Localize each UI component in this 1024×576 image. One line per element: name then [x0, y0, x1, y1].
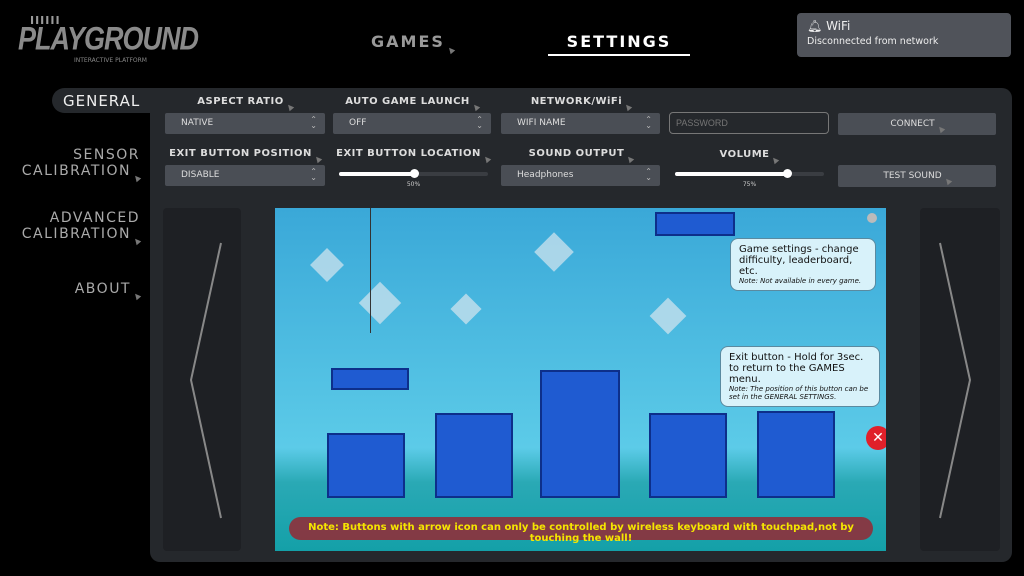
- controls-note: Note: Buttons with arrow icon can only b…: [289, 517, 873, 544]
- arrow-icon: [132, 236, 142, 246]
- nav-settings-label: SETTINGS: [566, 32, 672, 51]
- exit-button-location-label: EXIT BUTTON LOCATION: [333, 148, 493, 164]
- toast-message: Disconnected from network: [807, 36, 939, 47]
- wifi-toast: 🔔︎ WiFi Disconnected from network: [797, 13, 1011, 57]
- exit-button-position-label: EXIT BUTTON POSITION: [165, 148, 325, 164]
- updown-icon: ⌃ ⌄: [476, 115, 483, 130]
- sidebar-item-label: ABOUT: [74, 281, 131, 297]
- sidebar-item-about[interactable]: ABOUT: [20, 281, 142, 301]
- volume-value: 75%: [742, 181, 757, 188]
- exit-tooltip: Exit button - Hold for 3sec. to return t…: [720, 346, 880, 407]
- updown-icon: ⌃ ⌄: [645, 167, 652, 182]
- next-button[interactable]: [920, 208, 1000, 551]
- exit-location-value: 50%: [406, 181, 421, 188]
- arrow-icon: [132, 173, 142, 183]
- sidebar-item-label: ADVANCED CALIBRATION: [21, 210, 140, 242]
- chevron-left-icon: [189, 242, 222, 519]
- auto-game-launch-label: AUTO GAME LAUNCH: [333, 96, 491, 112]
- sound-output-label: SOUND OUTPUT: [501, 148, 661, 164]
- sound-output-select[interactable]: Headphones ⌃ ⌄: [501, 165, 660, 186]
- sidebar-item-general[interactable]: GENERAL: [52, 88, 162, 113]
- network-label: NETWORK/WiFi: [501, 96, 661, 112]
- connect-button[interactable]: CONNECT: [838, 113, 996, 135]
- updown-icon: ⌃ ⌄: [310, 115, 317, 130]
- updown-icon: ⌃ ⌄: [645, 115, 652, 130]
- auto-game-launch-select[interactable]: OFF ⌃ ⌄: [333, 113, 491, 134]
- aspect-ratio-select[interactable]: NATIVE ⌃ ⌄: [165, 113, 325, 134]
- chevron-right-icon: [939, 242, 972, 519]
- arrow-icon: [132, 291, 142, 301]
- updown-icon: ⌃ ⌄: [310, 167, 317, 182]
- nav-games[interactable]: GAMES: [371, 32, 456, 55]
- password-input[interactable]: [669, 112, 829, 134]
- volume-slider[interactable]: [675, 169, 824, 178]
- sidebar-item-label: SENSOR CALIBRATION: [21, 147, 140, 179]
- aspect-ratio-label: ASPECT RATIO: [165, 96, 325, 112]
- slider-handle[interactable]: [782, 169, 792, 178]
- slider-handle[interactable]: [409, 169, 419, 178]
- logo: PLAYGROUND: [18, 20, 199, 57]
- gear-icon: [867, 213, 877, 223]
- prev-button[interactable]: [163, 208, 241, 551]
- sidebar-item-label: GENERAL: [63, 92, 141, 110]
- sidebar-item-sensor-calibration[interactable]: SENSOR CALIBRATION: [20, 147, 142, 183]
- arrow-icon: [446, 45, 456, 55]
- settings-tooltip: Game settings - change difficulty, leade…: [730, 238, 876, 291]
- exit-button-position-select[interactable]: DISABLE ⌃ ⌄: [165, 165, 325, 186]
- volume-label: VOLUME: [669, 149, 829, 165]
- nav-games-label: GAMES: [371, 32, 445, 51]
- logo-tagline: INTERACTIVE PLATFORM: [74, 57, 147, 64]
- wifi-name-select[interactable]: WIFI NAME ⌃ ⌄: [501, 113, 660, 134]
- sidebar-item-advanced-calibration[interactable]: ADVANCED CALIBRATION: [20, 210, 142, 246]
- test-sound-button[interactable]: TEST SOUND: [838, 165, 996, 187]
- bell-icon: 🔔︎: [807, 19, 823, 33]
- nav-settings[interactable]: SETTINGS: [548, 32, 690, 56]
- exit-button-location-slider[interactable]: [339, 169, 488, 178]
- toast-title: WiFi: [826, 19, 851, 33]
- exit-game-icon: ✕: [866, 426, 886, 450]
